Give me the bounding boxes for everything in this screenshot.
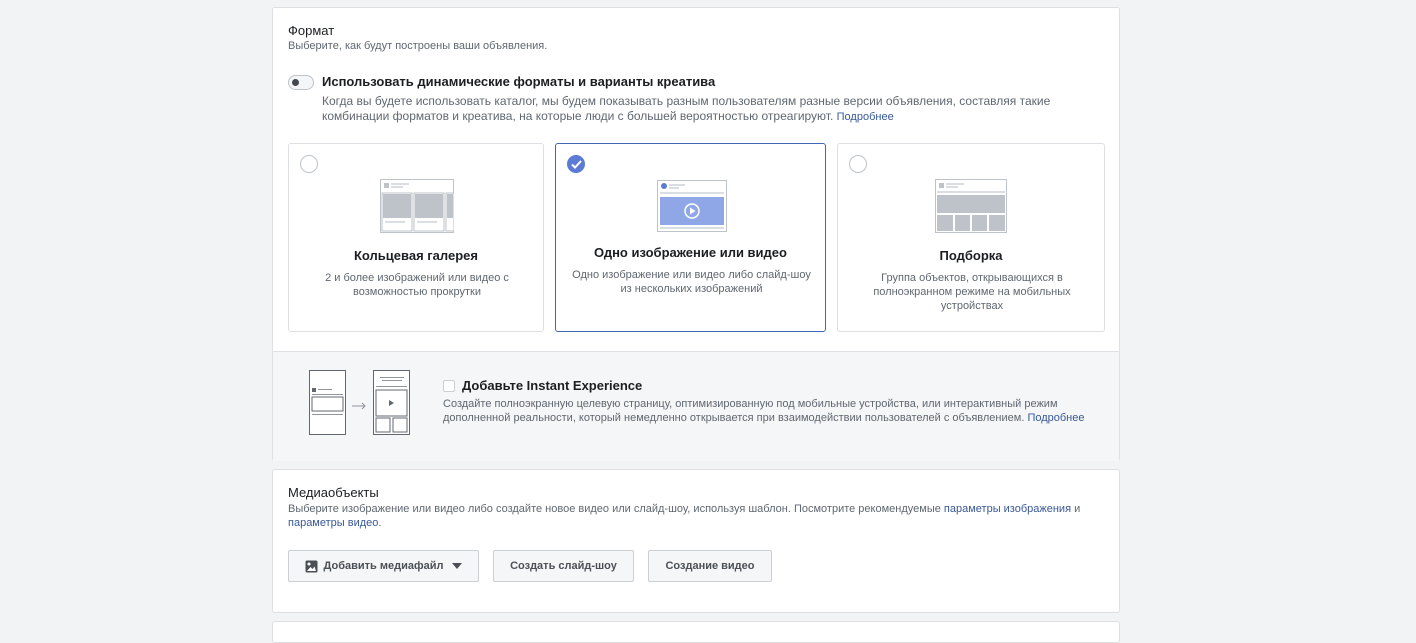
image-icon: [305, 560, 318, 572]
format-option-collection[interactable]: Подборка Группа объектов, открывающихся …: [837, 143, 1105, 332]
single-image-video-icon: [657, 180, 727, 232]
dynamic-formats-toggle[interactable]: [288, 75, 314, 90]
create-slideshow-label: Создать слайд-шоу: [510, 560, 617, 572]
collection-radio[interactable]: [849, 155, 867, 173]
carousel-title: Кольцевая галерея: [354, 248, 478, 263]
video-params-link[interactable]: параметры видео: [288, 517, 378, 529]
caret-down-icon: [452, 563, 463, 569]
instant-experience-learn-more-link[interactable]: Подробнее: [1027, 412, 1084, 424]
dynamic-formats-description-text: Когда вы будете использовать каталог, мы…: [322, 94, 1051, 123]
dynamic-formats-label: Использовать динамические форматы и вари…: [322, 74, 716, 89]
learn-more-link[interactable]: Подробнее: [837, 111, 894, 123]
checkmark-icon: [571, 160, 582, 169]
single-image-radio[interactable]: [567, 155, 585, 173]
instant-experience-illustration-icon: [309, 370, 410, 435]
carousel-description: 2 и более изображений или видео с возмож…: [325, 272, 509, 298]
media-description-text: Выберите изображение или видео либо созд…: [288, 503, 941, 515]
collection-icon: [935, 179, 1007, 233]
format-option-single-image-video[interactable]: Одно изображение или видео Одно изображе…: [555, 143, 826, 332]
carousel-icon: [380, 179, 454, 233]
single-image-description: Одно изображение или видео либо слайд-шо…: [572, 269, 811, 295]
instant-experience-checkbox[interactable]: [443, 380, 455, 392]
dynamic-formats-description: Когда вы будете использовать каталог, мы…: [322, 94, 1112, 125]
add-media-label: Добавить медиафайл: [323, 560, 444, 572]
format-title: Формат: [288, 23, 335, 38]
instant-experience-title: Добавьте Instant Experience: [462, 378, 643, 393]
media-title: Медиаобъекты: [288, 485, 379, 500]
instant-experience-description: Создайте полноэкранную целевую страницу,…: [443, 397, 1103, 425]
media-description-period: .: [378, 517, 382, 529]
image-params-link[interactable]: параметры изображения: [944, 503, 1071, 515]
media-description-and: и: [1074, 503, 1081, 515]
create-slideshow-button[interactable]: Создать слайд-шоу: [493, 550, 634, 582]
instant-experience-description-text: Создайте полноэкранную целевую страницу,…: [443, 398, 1058, 424]
format-option-carousel[interactable]: Кольцевая галерея 2 и более изображений …: [288, 143, 544, 332]
format-subtitle: Выберите, как будут построены ваши объяв…: [288, 40, 548, 52]
next-section-edge: [272, 621, 1120, 643]
format-section: Формат Выберите, как будут построены ваш…: [272, 7, 1120, 461]
toggle-knob: [292, 79, 299, 86]
create-video-button[interactable]: Создание видео: [648, 550, 772, 582]
create-video-label: Создание видео: [665, 560, 755, 572]
media-section: Медиаобъекты Выберите изображение или ви…: [272, 469, 1120, 613]
collection-description: Группа объектов, открывающихся в полноэк…: [873, 272, 1071, 312]
single-image-title: Одно изображение или видео: [594, 245, 787, 260]
collection-title: Подборка: [939, 248, 1003, 263]
instant-experience-section: Добавьте Instant Experience Создайте пол…: [273, 351, 1119, 461]
carousel-radio[interactable]: [300, 155, 318, 173]
add-media-button[interactable]: Добавить медиафайл: [288, 550, 479, 582]
media-description: Выберите изображение или видео либо созд…: [288, 502, 1088, 530]
